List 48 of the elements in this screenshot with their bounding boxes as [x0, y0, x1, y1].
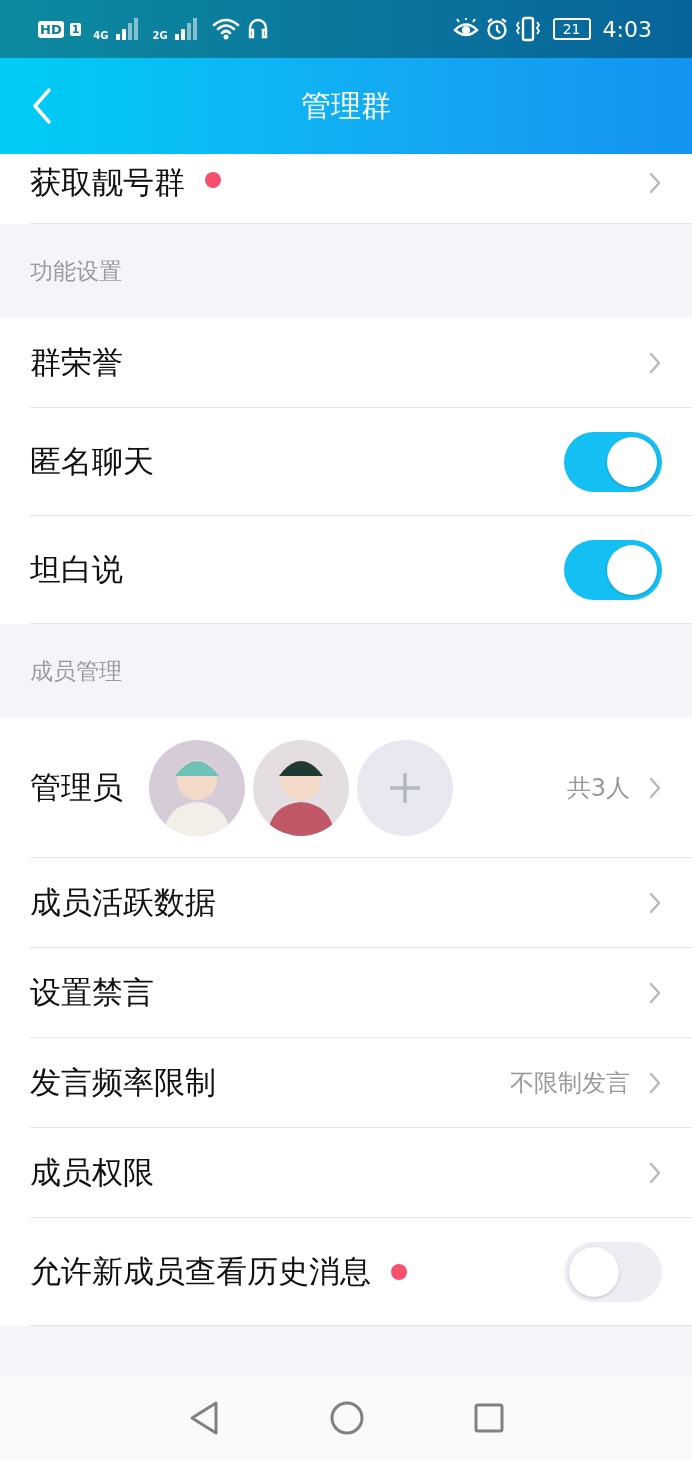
list-row[interactable]: 群荣誉: [30, 318, 692, 408]
network-label: 2G: [152, 30, 168, 41]
chevron-right-icon: [648, 172, 662, 194]
row-value: 共3人: [566, 772, 630, 804]
row-value: 不限制发言: [510, 1067, 630, 1099]
row-label: 匿名聊天: [30, 441, 154, 481]
list-row[interactable]: 设置禁言: [30, 948, 692, 1038]
sim-badge: 1: [69, 22, 82, 36]
back-button[interactable]: [30, 86, 54, 126]
alarm-icon: [484, 17, 509, 41]
chevron-right-icon: [648, 1161, 662, 1184]
list-row[interactable]: 成员权限: [30, 1128, 692, 1218]
row-label: 发言频率限制: [30, 1062, 216, 1102]
back-icon: [31, 87, 53, 125]
list-row[interactable]: 发言频率限制 不限制发言: [30, 1038, 692, 1128]
row-label: 成员活跃数据: [30, 882, 216, 922]
row-label: 允许新成员查看历史消息: [30, 1251, 371, 1291]
square-icon: [474, 1403, 504, 1433]
circle-icon: [330, 1401, 364, 1435]
row-label: 设置禁言: [30, 972, 154, 1012]
signal-icon: [173, 17, 200, 41]
plus-icon: [388, 770, 422, 805]
row-label: 管理员: [30, 767, 123, 807]
row-label: 群荣誉: [30, 342, 123, 382]
wifi-icon: [211, 17, 240, 41]
list-row[interactable]: 成员活跃数据: [30, 858, 692, 948]
chevron-right-icon: [648, 351, 662, 374]
vibrate-icon: [514, 16, 541, 42]
network-label: 4G: [93, 30, 109, 41]
battery-level: 21: [562, 21, 581, 37]
nav-recents-button[interactable]: [474, 1403, 504, 1433]
signal-icon: [114, 17, 141, 41]
page-title: 管理群: [301, 86, 391, 125]
hd-badge: HD: [38, 20, 64, 38]
section-title: 成员管理: [30, 656, 122, 686]
nav-back-button[interactable]: [188, 1400, 220, 1436]
row-label: 成员权限: [30, 1152, 154, 1192]
row-label: 坦白说: [30, 549, 123, 589]
chevron-right-icon: [648, 981, 662, 1004]
chevron-right-icon: [648, 891, 662, 914]
status-time: 4:03: [602, 16, 652, 42]
row-label: 获取靓号群: [30, 163, 185, 202]
chevron-right-icon: [648, 776, 662, 799]
nav-home-button[interactable]: [330, 1401, 364, 1435]
section-title: 功能设置: [30, 256, 122, 286]
triangle-icon: [188, 1400, 220, 1436]
chevron-right-icon: [648, 1071, 662, 1094]
list-row[interactable]: 管理员 共3人: [30, 718, 692, 858]
